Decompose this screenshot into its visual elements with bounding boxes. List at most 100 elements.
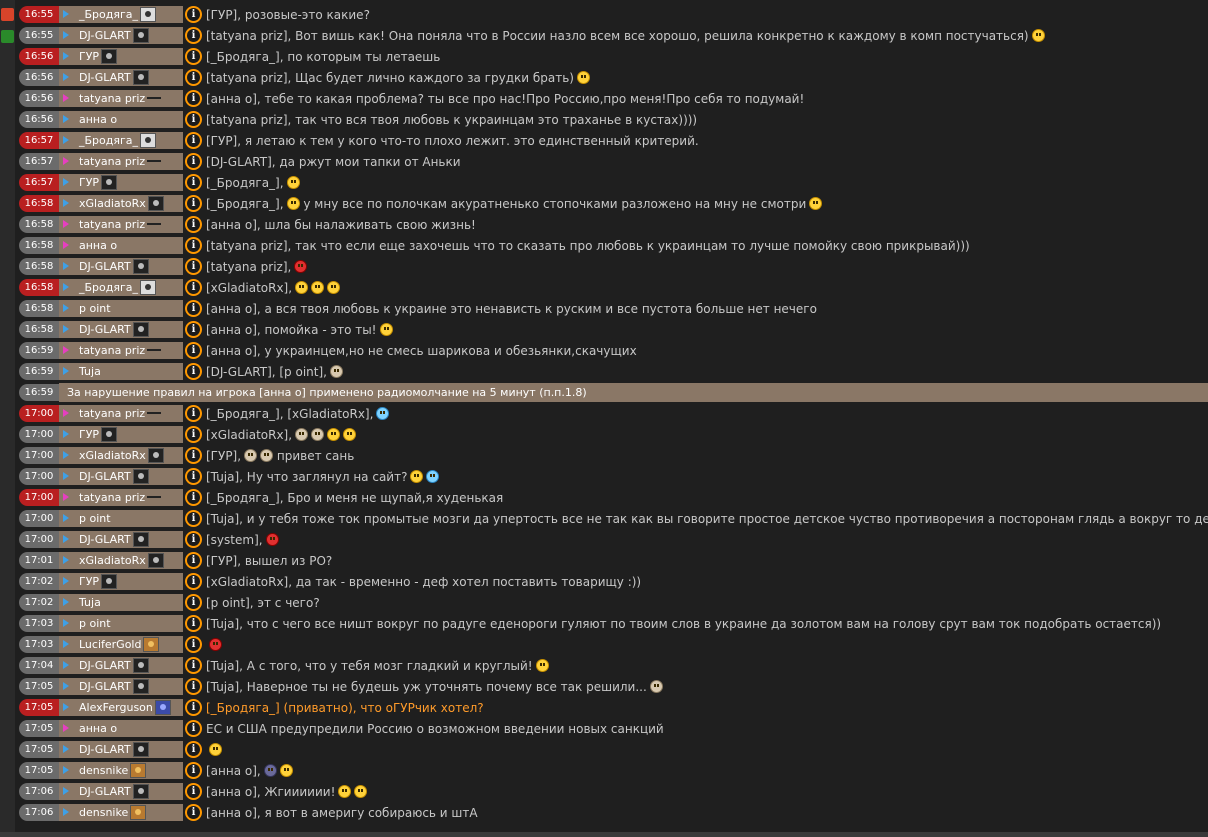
user-nickname[interactable]: xGladiatoRx [79, 447, 146, 464]
user-nick-pill[interactable]: LuciferGold [59, 636, 183, 653]
user-nick-pill[interactable]: ГУР [59, 426, 183, 443]
user-nick-pill[interactable]: ГУР [59, 573, 183, 590]
user-nickname[interactable]: ГУР [79, 573, 99, 590]
user-nickname[interactable]: LuciferGold [79, 636, 141, 653]
user-nickname[interactable]: DJ-GLART [79, 321, 131, 338]
user-nickname[interactable]: densnike [79, 804, 128, 821]
user-nick-pill[interactable]: tatyana priz [59, 489, 183, 506]
user-info-icon[interactable]: i [185, 741, 202, 758]
user-nick-pill[interactable]: DJ-GLART [59, 657, 183, 674]
user-nick-pill[interactable]: анна о [59, 237, 183, 254]
user-nickname[interactable]: AlexFerguson [79, 699, 153, 716]
user-nickname[interactable]: tatyana priz [79, 153, 145, 170]
toolbar-chip[interactable] [1, 8, 14, 21]
user-nick-pill[interactable]: _Бродяга_ [59, 132, 183, 149]
user-info-icon[interactable]: i [185, 552, 202, 569]
user-nickname[interactable]: xGladiatoRx [79, 195, 146, 212]
user-nick-pill[interactable]: p oint [59, 615, 183, 632]
user-nickname[interactable]: _Бродяга_ [79, 279, 138, 296]
user-nickname[interactable]: DJ-GLART [79, 783, 131, 800]
user-nickname[interactable]: DJ-GLART [79, 678, 131, 695]
user-nick-pill[interactable]: DJ-GLART [59, 468, 183, 485]
user-info-icon[interactable]: i [185, 783, 202, 800]
user-nickname[interactable]: densnike [79, 762, 128, 779]
user-info-icon[interactable]: i [185, 447, 202, 464]
user-nickname[interactable]: анна о [79, 111, 117, 128]
user-info-icon[interactable]: i [185, 363, 202, 380]
user-nickname[interactable]: DJ-GLART [79, 741, 131, 758]
user-nickname[interactable]: p oint [79, 300, 111, 317]
user-nick-pill[interactable]: tatyana priz [59, 342, 183, 359]
user-nickname[interactable]: DJ-GLART [79, 258, 131, 275]
user-info-icon[interactable]: i [185, 405, 202, 422]
user-nickname[interactable]: xGladiatoRx [79, 552, 146, 569]
user-info-icon[interactable]: i [185, 615, 202, 632]
user-info-icon[interactable]: i [185, 489, 202, 506]
user-nickname[interactable]: DJ-GLART [79, 27, 131, 44]
user-info-icon[interactable]: i [185, 69, 202, 86]
user-nickname[interactable]: ГУР [79, 48, 99, 65]
user-nick-pill[interactable]: Tuja [59, 594, 183, 611]
user-info-icon[interactable]: i [185, 531, 202, 548]
user-nick-pill[interactable]: DJ-GLART [59, 69, 183, 86]
user-info-icon[interactable]: i [185, 426, 202, 443]
user-nickname[interactable]: ГУР [79, 174, 99, 191]
user-info-icon[interactable]: i [185, 510, 202, 527]
user-info-icon[interactable]: i [185, 195, 202, 212]
user-nickname[interactable]: tatyana priz [79, 90, 145, 107]
user-nickname[interactable]: tatyana priz [79, 489, 145, 506]
user-info-icon[interactable]: i [185, 573, 202, 590]
user-nick-pill[interactable]: анна о [59, 111, 183, 128]
user-nick-pill[interactable]: DJ-GLART [59, 678, 183, 695]
user-nick-pill[interactable]: DJ-GLART [59, 531, 183, 548]
user-info-icon[interactable]: i [185, 699, 202, 716]
user-info-icon[interactable]: i [185, 321, 202, 338]
user-nick-pill[interactable]: DJ-GLART [59, 27, 183, 44]
user-info-icon[interactable]: i [185, 279, 202, 296]
user-info-icon[interactable]: i [185, 804, 202, 821]
user-nick-pill[interactable]: xGladiatoRx [59, 447, 183, 464]
user-nick-pill[interactable]: p oint [59, 510, 183, 527]
user-nickname[interactable]: ГУР [79, 426, 99, 443]
user-info-icon[interactable]: i [185, 762, 202, 779]
user-info-icon[interactable]: i [185, 237, 202, 254]
user-nickname[interactable]: _Бродяга_ [79, 132, 138, 149]
user-nick-pill[interactable]: DJ-GLART [59, 321, 183, 338]
user-info-icon[interactable]: i [185, 657, 202, 674]
user-nick-pill[interactable]: DJ-GLART [59, 783, 183, 800]
user-nick-pill[interactable]: densnike [59, 804, 183, 821]
user-info-icon[interactable]: i [185, 216, 202, 233]
user-nick-pill[interactable]: Tuja [59, 363, 183, 380]
user-info-icon[interactable]: i [185, 594, 202, 611]
user-info-icon[interactable]: i [185, 174, 202, 191]
user-nickname[interactable]: DJ-GLART [79, 531, 131, 548]
user-info-icon[interactable]: i [185, 153, 202, 170]
user-nick-pill[interactable]: _Бродяга_ [59, 6, 183, 23]
user-info-icon[interactable]: i [185, 6, 202, 23]
user-nickname[interactable]: DJ-GLART [79, 657, 131, 674]
user-nickname[interactable]: p oint [79, 615, 111, 632]
user-nickname[interactable]: DJ-GLART [79, 69, 131, 86]
user-info-icon[interactable]: i [185, 111, 202, 128]
user-info-icon[interactable]: i [185, 678, 202, 695]
user-nick-pill[interactable]: p oint [59, 300, 183, 317]
user-info-icon[interactable]: i [185, 258, 202, 275]
user-nickname[interactable]: DJ-GLART [79, 468, 131, 485]
user-nick-pill[interactable]: анна о [59, 720, 183, 737]
user-nick-pill[interactable]: tatyana priz [59, 153, 183, 170]
user-info-icon[interactable]: i [185, 720, 202, 737]
user-info-icon[interactable]: i [185, 468, 202, 485]
user-info-icon[interactable]: i [185, 90, 202, 107]
user-info-icon[interactable]: i [185, 342, 202, 359]
user-nick-pill[interactable]: DJ-GLART [59, 258, 183, 275]
user-nick-pill[interactable]: _Бродяга_ [59, 279, 183, 296]
user-nick-pill[interactable]: DJ-GLART [59, 741, 183, 758]
user-info-icon[interactable]: i [185, 300, 202, 317]
user-nickname[interactable]: tatyana priz [79, 216, 145, 233]
user-nick-pill[interactable]: ГУР [59, 174, 183, 191]
user-nick-pill[interactable]: tatyana priz [59, 90, 183, 107]
user-nickname[interactable]: tatyana priz [79, 342, 145, 359]
user-nickname[interactable]: Tuja [79, 363, 101, 380]
user-nick-pill[interactable]: tatyana priz [59, 216, 183, 233]
user-nick-pill[interactable]: xGladiatoRx [59, 195, 183, 212]
